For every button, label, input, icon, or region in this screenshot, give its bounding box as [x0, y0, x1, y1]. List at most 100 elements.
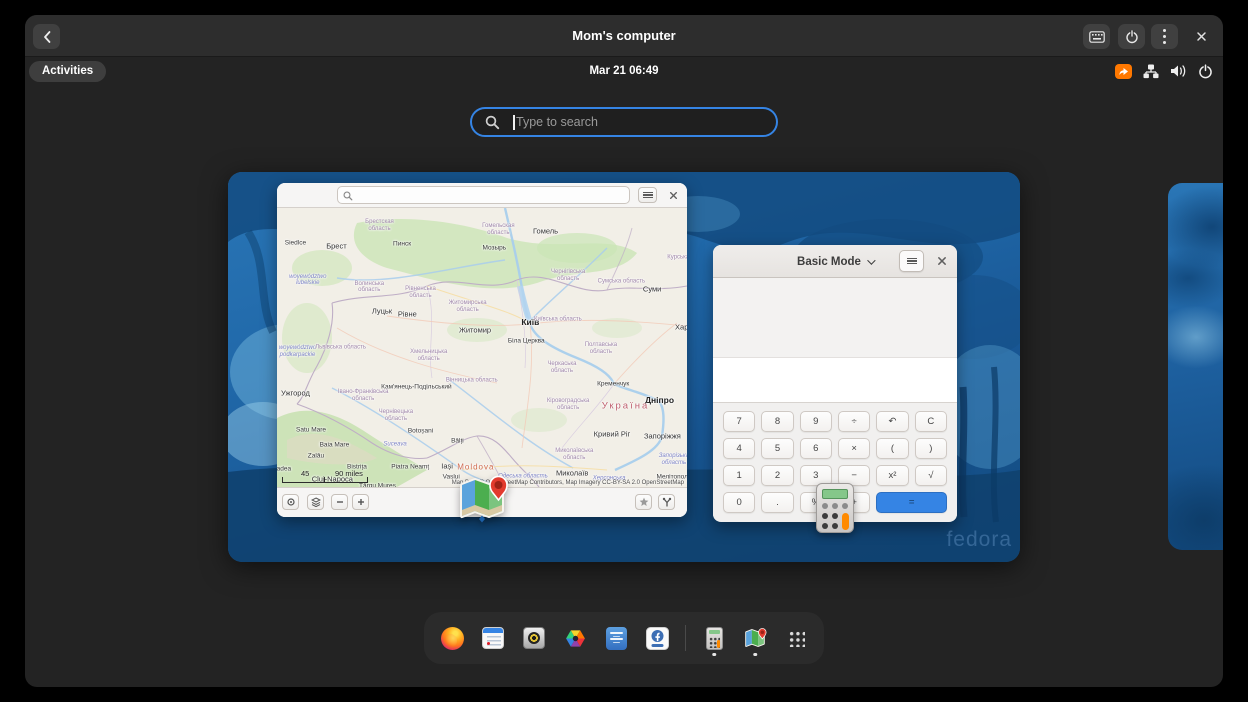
map-label: Запоріжжя — [644, 432, 681, 441]
calculator-entry-area[interactable] — [713, 358, 957, 403]
calc-key[interactable]: 4 — [723, 438, 755, 459]
map-label: Біла Церква — [508, 337, 545, 344]
map-label: Чернівецька область — [370, 409, 422, 423]
kebab-icon — [1163, 29, 1166, 44]
workspace-thumbnail-next[interactable] — [1168, 183, 1223, 550]
map-label: Житомир — [459, 326, 491, 335]
calc-key[interactable]: √ — [915, 465, 947, 486]
dock-item-software[interactable] — [644, 619, 670, 657]
map-label: Миколаївська область — [548, 448, 600, 462]
calc-key[interactable]: 2 — [761, 465, 793, 486]
calc-key[interactable]: 9 — [800, 411, 832, 432]
map-label: Мозырь — [482, 245, 506, 252]
zoom-in-button[interactable] — [352, 494, 369, 510]
maps-search-entry[interactable] — [337, 186, 630, 204]
calc-key[interactable]: 1 — [723, 465, 755, 486]
calc-key[interactable]: . — [761, 492, 793, 513]
screen-share-icon[interactable] — [1115, 64, 1132, 79]
map-label: Satu Mare — [296, 426, 326, 433]
dock-separator — [685, 625, 686, 651]
search-row — [25, 107, 1223, 137]
shell-topbar: Activities Mar 21 06:49 — [25, 57, 1223, 85]
locate-button[interactable] — [282, 494, 299, 510]
hamburger-icon — [643, 190, 653, 199]
calc-key[interactable]: × — [838, 438, 870, 459]
calc-key[interactable]: ÷ — [838, 411, 870, 432]
calc-key[interactable]: 6 — [800, 438, 832, 459]
route-button[interactable] — [658, 494, 675, 510]
system-tray[interactable] — [1115, 57, 1213, 85]
layers-button[interactable] — [307, 494, 324, 510]
show-apps-button[interactable] — [783, 619, 809, 657]
map-label: Волинська область — [343, 281, 395, 295]
chevron-down-icon — [867, 256, 875, 264]
close-icon — [937, 256, 947, 266]
map-label: Baia Mare — [320, 441, 350, 448]
map-label: Zalău — [308, 453, 324, 460]
maps-close-button[interactable] — [665, 187, 681, 203]
calc-key[interactable]: 5 — [761, 438, 793, 459]
map-label: Botoșani — [408, 427, 433, 434]
music-icon — [523, 627, 545, 649]
back-button[interactable] — [33, 24, 60, 49]
dock-item-maps[interactable] — [742, 619, 768, 657]
calculator-window[interactable]: Basic Mode 789÷↶C456×()123−x²√0.%+= — [713, 245, 957, 522]
calc-key[interactable]: x² — [876, 465, 908, 486]
dock — [424, 612, 824, 664]
dock-item-firefox[interactable] — [439, 619, 465, 657]
calc-screen — [822, 489, 848, 499]
map-label: Siedlce — [285, 239, 306, 246]
search-input[interactable] — [516, 109, 766, 135]
map-canvas[interactable]: SiedlceБрестПинскБрестская областьГомель… — [277, 208, 687, 487]
dock-item-music[interactable] — [521, 619, 547, 657]
calc-key[interactable]: C — [915, 411, 947, 432]
calc-key[interactable]: ↶ — [876, 411, 908, 432]
map-label: Брестская область — [354, 219, 406, 233]
map-label: Oradea — [277, 465, 291, 472]
map-label: Харків — [675, 324, 687, 333]
calc-key[interactable]: = — [876, 492, 947, 513]
calc-key[interactable]: 0 — [723, 492, 755, 513]
map-scale-end: 90 miles — [335, 469, 363, 478]
hamburger-icon — [907, 256, 917, 265]
dock-item-calendar[interactable] — [480, 619, 506, 657]
search-icon — [485, 115, 500, 130]
power-button[interactable] — [1118, 24, 1145, 49]
maps-app-icon[interactable] — [455, 469, 509, 527]
fedora-software-icon — [646, 627, 669, 650]
calc-key[interactable]: 7 — [723, 411, 755, 432]
map-label: Київська область — [532, 316, 584, 323]
maps-window[interactable]: SiedlceБрестПинскБрестская областьГомель… — [277, 183, 687, 517]
map-label: Житомирська область — [442, 300, 494, 314]
volume-icon[interactable] — [1170, 64, 1187, 78]
map-label: Курська обл. — [659, 255, 687, 262]
map-scale-mid: 45 — [301, 469, 309, 478]
menu-button[interactable] — [1151, 24, 1178, 49]
maps-icon — [455, 469, 509, 527]
calc-key[interactable]: 8 — [761, 411, 793, 432]
power-icon — [1125, 30, 1139, 44]
keyboard-button[interactable] — [1083, 24, 1110, 49]
zoom-out-button[interactable] — [331, 494, 348, 510]
maps-menu-button[interactable] — [638, 187, 657, 203]
calc-key[interactable]: ) — [915, 438, 947, 459]
calculator-menu-button[interactable] — [899, 250, 924, 272]
map-label: Полтавська область — [575, 342, 627, 356]
favorites-button[interactable] — [635, 494, 652, 510]
map-label: woyewództwo lubelskie — [282, 274, 334, 288]
calc-key[interactable]: ( — [876, 438, 908, 459]
dock-item-files[interactable] — [603, 619, 629, 657]
workspace-thumbnail[interactable]: SiedlceБрестПинскБрестская областьГомель… — [228, 172, 1020, 562]
close-window-button[interactable] — [1189, 24, 1213, 49]
power-menu-icon[interactable] — [1198, 64, 1213, 79]
map-label: Гомельская область — [472, 223, 524, 237]
search-icon — [343, 191, 353, 201]
dock-item-photos[interactable] — [562, 619, 588, 657]
calculator-close-button[interactable] — [933, 252, 951, 270]
clock[interactable]: Mar 21 06:49 — [25, 57, 1223, 85]
calculator-app-icon[interactable] — [816, 483, 854, 533]
app-grid-icon — [788, 630, 805, 647]
shell-search-field[interactable] — [470, 107, 778, 137]
network-icon[interactable] — [1143, 64, 1159, 79]
dock-item-calculator[interactable] — [701, 619, 727, 657]
